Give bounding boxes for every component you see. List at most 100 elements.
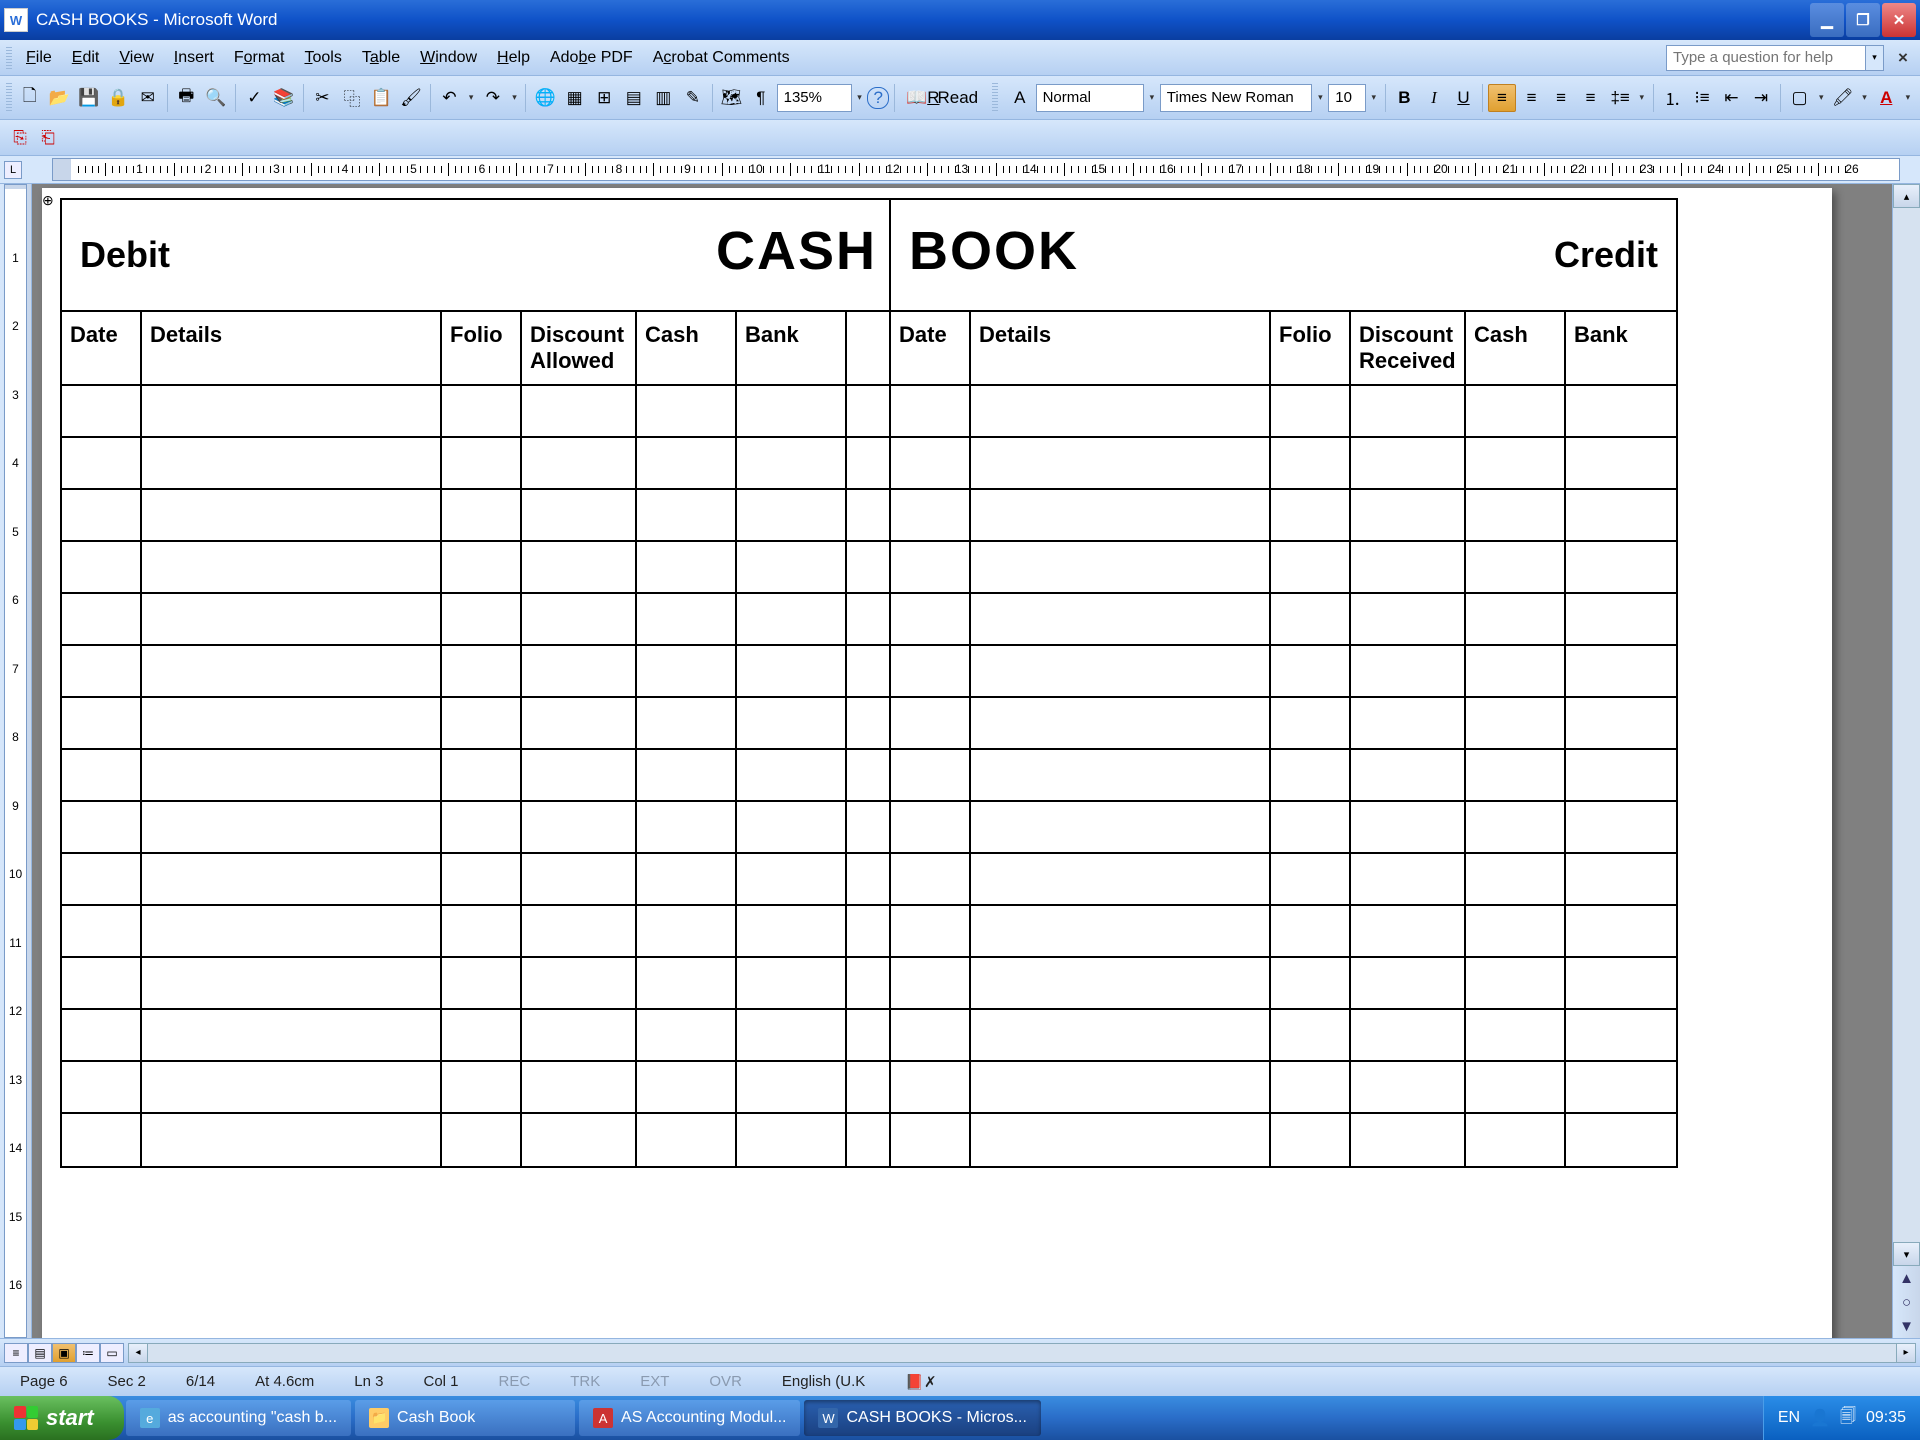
table-row[interactable]: [891, 698, 1676, 750]
undo-dropdown[interactable]: ▾: [465, 92, 477, 103]
table-row[interactable]: [891, 386, 1676, 438]
table-row[interactable]: [891, 1062, 1676, 1114]
borders-button[interactable]: ▢: [1786, 84, 1814, 112]
table-row[interactable]: [891, 542, 1676, 594]
status-language[interactable]: English (U.K: [772, 1373, 875, 1390]
menu-view[interactable]: View: [109, 45, 163, 71]
zoom-dropdown[interactable]: ▾: [854, 92, 866, 103]
taskbar-item[interactable]: eas accounting "cash b...: [126, 1400, 351, 1436]
format-painter-icon[interactable]: 🖌: [397, 84, 425, 112]
vertical-scrollbar[interactable]: ▴ ▾ ▲ ○ ▼: [1892, 184, 1920, 1338]
horizontal-ruler[interactable]: 1234567891011121314151617181920212223242…: [52, 158, 1900, 181]
menu-acrobat-comments[interactable]: Acrobat Comments: [643, 45, 800, 71]
table-row[interactable]: [62, 1010, 889, 1062]
font-color-button[interactable]: A: [1872, 84, 1900, 112]
font-dropdown[interactable]: ▾: [1314, 92, 1326, 103]
maximize-button[interactable]: ❐: [1846, 3, 1880, 37]
scroll-left-button[interactable]: ◂: [128, 1343, 148, 1363]
paste-icon[interactable]: 📋: [368, 84, 396, 112]
table-row[interactable]: [62, 646, 889, 698]
underline-button[interactable]: U: [1450, 84, 1478, 112]
tab-selector[interactable]: L: [4, 161, 22, 179]
next-page-button[interactable]: ▼: [1893, 1314, 1920, 1338]
tray-language[interactable]: EN: [1778, 1409, 1800, 1427]
document-viewport[interactable]: ⊕ DebitCASHDateDetailsFolioDiscount Allo…: [32, 184, 1892, 1338]
tables-borders-icon[interactable]: ▦: [561, 84, 589, 112]
help-icon[interactable]: ?: [867, 87, 889, 109]
cut-icon[interactable]: ✂: [309, 84, 337, 112]
help-dropdown[interactable]: ▾: [1866, 45, 1884, 71]
taskbar-item[interactable]: AAS Accounting Modul...: [579, 1400, 800, 1436]
table-row[interactable]: [891, 802, 1676, 854]
table-row[interactable]: [62, 542, 889, 594]
status-spellcheck-icon[interactable]: 📕✗: [895, 1373, 946, 1391]
font-size-dropdown[interactable]: ▾: [1368, 92, 1380, 103]
table-row[interactable]: [891, 1114, 1676, 1166]
tray-msn-icon[interactable]: 👤: [1810, 1408, 1830, 1428]
browse-object-button[interactable]: ○: [1893, 1290, 1920, 1314]
table-row[interactable]: [62, 802, 889, 854]
normal-view-button[interactable]: ≡: [4, 1343, 28, 1363]
redo-icon[interactable]: ↷: [479, 84, 507, 112]
undo-icon[interactable]: ↶: [436, 84, 464, 112]
copy-icon[interactable]: ⿻: [338, 84, 366, 112]
align-center-button[interactable]: ≡: [1518, 84, 1546, 112]
toolbar-grip[interactable]: [6, 47, 12, 69]
menu-tools[interactable]: Tools: [295, 45, 352, 71]
table-row[interactable]: [62, 854, 889, 906]
scroll-down-button[interactable]: ▾: [1893, 1242, 1920, 1266]
prev-page-button[interactable]: ▲: [1893, 1266, 1920, 1290]
table-row[interactable]: [891, 490, 1676, 542]
pdf-review-icon[interactable]: ⎗: [34, 124, 62, 152]
style-dropdown[interactable]: ▾: [1146, 92, 1158, 103]
tray-clock[interactable]: 09:35: [1866, 1409, 1906, 1427]
reading-view-button[interactable]: ▭: [100, 1343, 124, 1363]
line-spacing-button[interactable]: ‡≡: [1606, 84, 1634, 112]
numbered-list-button[interactable]: ⒈: [1659, 84, 1687, 112]
style-combo[interactable]: Normal: [1036, 84, 1144, 112]
menu-file[interactable]: File: [16, 45, 62, 71]
new-document-icon[interactable]: 🗋: [16, 84, 44, 112]
align-left-button[interactable]: ≡: [1488, 84, 1516, 112]
decrease-indent-button[interactable]: ⇤: [1718, 84, 1746, 112]
print-preview-icon[interactable]: 🔍: [202, 84, 230, 112]
scroll-up-button[interactable]: ▴: [1893, 184, 1920, 208]
save-icon[interactable]: 💾: [75, 84, 103, 112]
italic-button[interactable]: I: [1420, 84, 1448, 112]
table-row[interactable]: [62, 958, 889, 1010]
toolbar-grip[interactable]: [6, 83, 12, 113]
styles-pane-icon[interactable]: A: [1006, 84, 1034, 112]
print-icon[interactable]: 🖶: [173, 84, 201, 112]
table-row[interactable]: [62, 1062, 889, 1114]
help-search-input[interactable]: [1666, 45, 1866, 71]
horizontal-scrollbar[interactable]: ◂ ▸: [128, 1343, 1916, 1363]
table-row[interactable]: [62, 594, 889, 646]
status-rec[interactable]: REC: [489, 1373, 541, 1390]
align-justify-button[interactable]: ≡: [1577, 84, 1605, 112]
close-button[interactable]: ✕: [1882, 3, 1916, 37]
tray-volume-icon[interactable]: 🗐: [1840, 1405, 1856, 1432]
bold-button[interactable]: B: [1391, 84, 1419, 112]
align-right-button[interactable]: ≡: [1547, 84, 1575, 112]
pdf-convert-icon[interactable]: ⎘: [6, 124, 34, 152]
status-ovr[interactable]: OVR: [699, 1373, 752, 1390]
table-row[interactable]: [891, 958, 1676, 1010]
table-row[interactable]: [891, 594, 1676, 646]
table-row[interactable]: [891, 854, 1676, 906]
table-row[interactable]: [62, 750, 889, 802]
bullet-list-button[interactable]: ⁝≡: [1688, 84, 1716, 112]
menu-help[interactable]: Help: [487, 45, 540, 71]
insert-table-icon[interactable]: ⊞: [590, 84, 618, 112]
document-page[interactable]: ⊕ DebitCASHDateDetailsFolioDiscount Allo…: [42, 188, 1832, 1338]
taskbar-item[interactable]: 📁Cash Book: [355, 1400, 575, 1436]
table-row[interactable]: [62, 490, 889, 542]
zoom-combo[interactable]: 135%: [777, 84, 852, 112]
columns-icon[interactable]: ▥: [650, 84, 678, 112]
table-row[interactable]: [62, 438, 889, 490]
highlight-dropdown[interactable]: ▾: [1859, 92, 1871, 103]
taskbar-item[interactable]: WCASH BOOKS - Micros...: [804, 1400, 1040, 1436]
web-view-button[interactable]: ▤: [28, 1343, 52, 1363]
toolbar-grip[interactable]: [992, 83, 998, 113]
document-close-button[interactable]: ×: [1892, 47, 1914, 69]
start-button[interactable]: start: [0, 1396, 124, 1440]
